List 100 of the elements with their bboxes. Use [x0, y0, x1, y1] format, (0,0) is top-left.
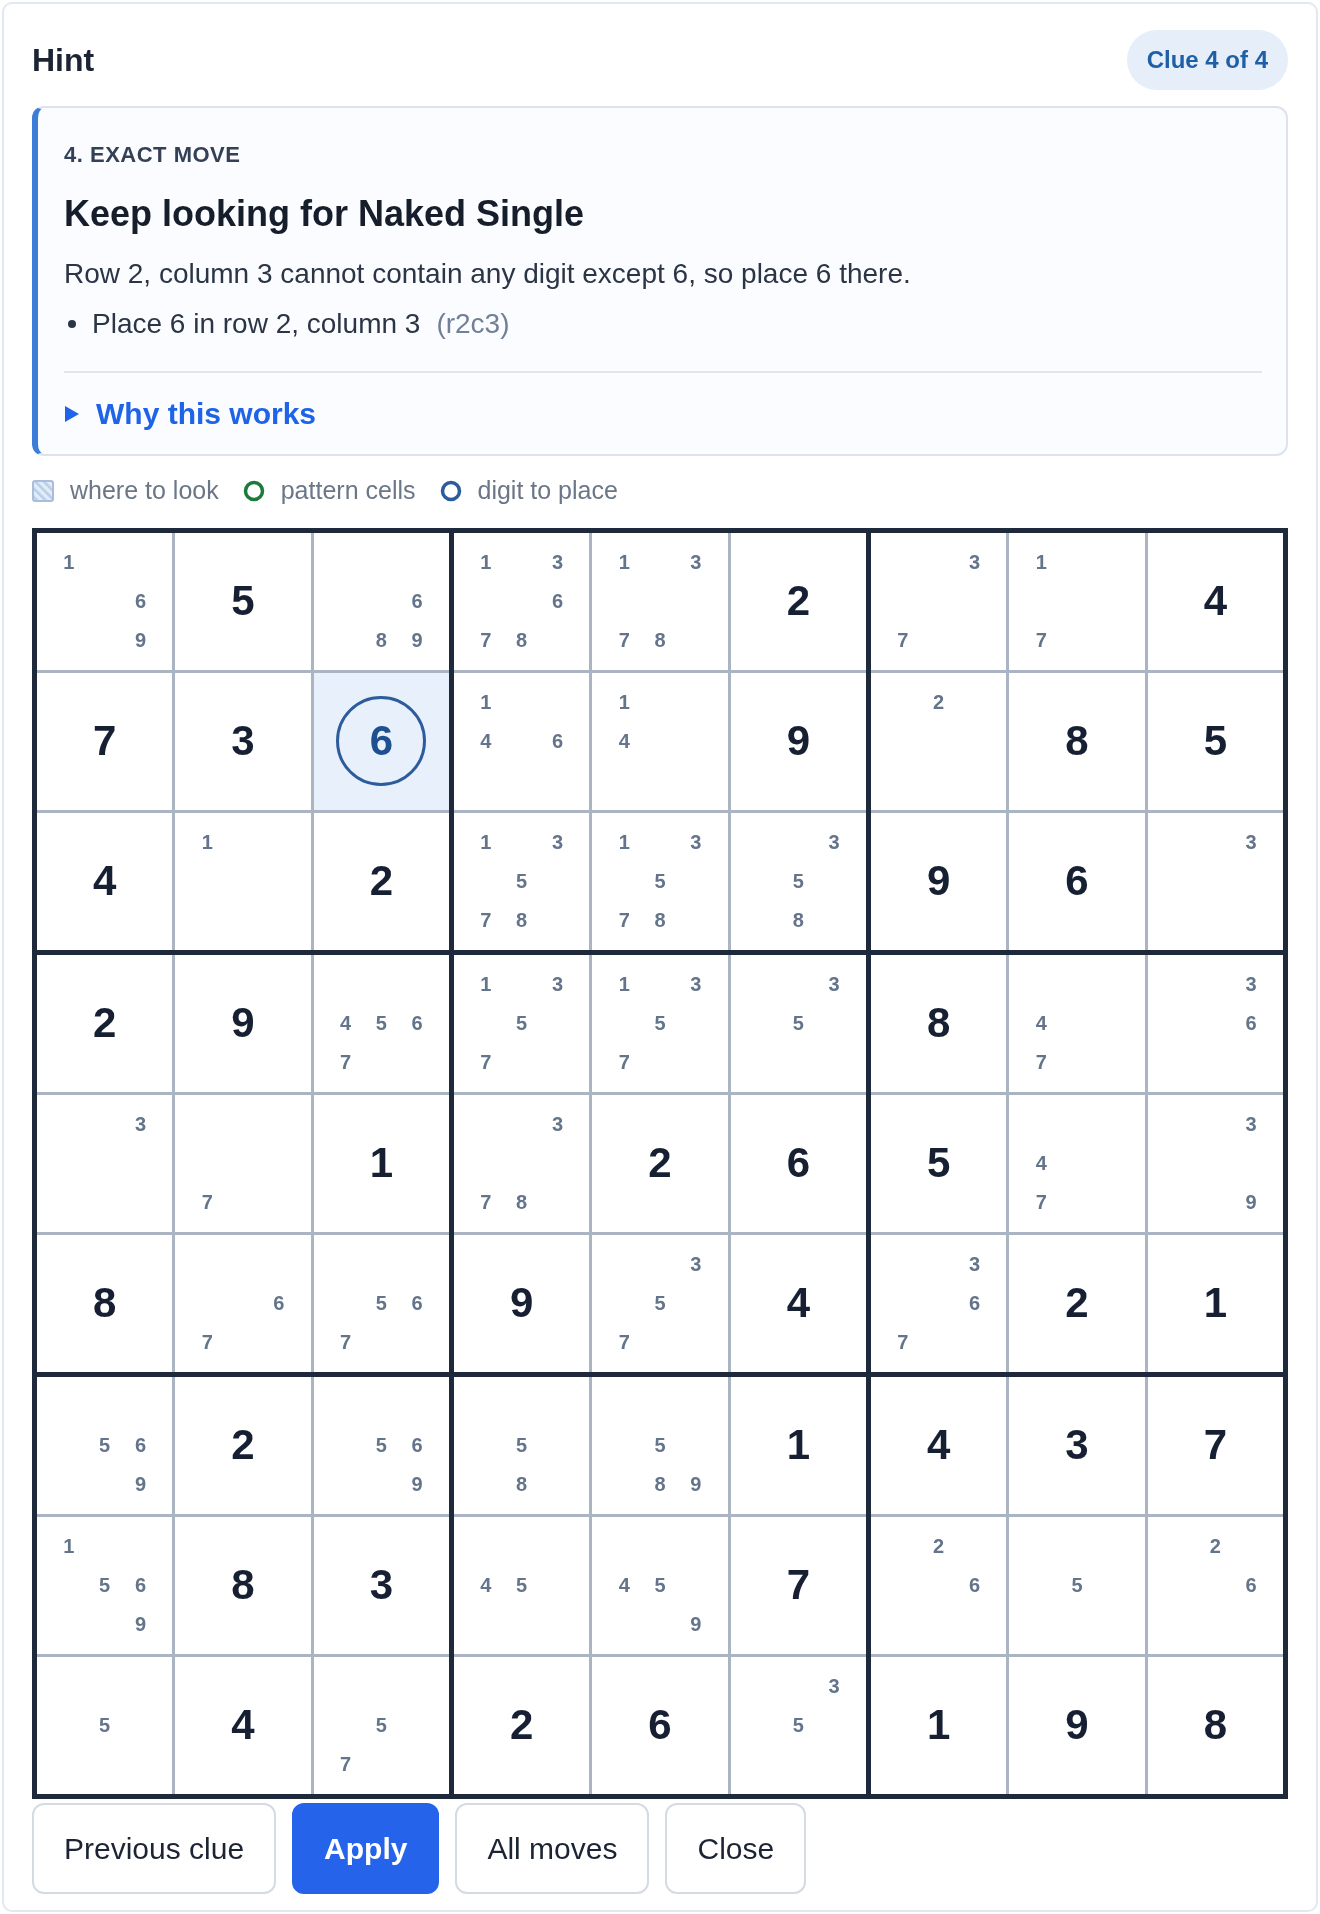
cell-digit: 8 — [231, 1564, 255, 1606]
sudoku-cell[interactable]: 8 — [175, 1516, 311, 1654]
sudoku-cell[interactable]: 5 8 — [454, 1376, 590, 1514]
legend-label: where to look — [70, 475, 219, 506]
sudoku-cell[interactable]: 1 3 6 7 8 — [454, 532, 590, 670]
sudoku-cell[interactable]: 5 7 — [313, 1656, 449, 1794]
sudoku-cell[interactable]: 3 — [175, 672, 311, 810]
sudoku-cell[interactable]: 4 — [175, 1656, 311, 1794]
sudoku-cell[interactable]: 9 — [730, 672, 866, 810]
sudoku-cell[interactable]: 2 — [592, 1094, 728, 1232]
sudoku-cell[interactable]: 4 7 — [1009, 1094, 1145, 1232]
sudoku-cell[interactable]: 7 — [175, 1094, 311, 1232]
sudoku-cell[interactable]: 1 — [730, 1376, 866, 1514]
sudoku-cell[interactable]: 5 6 9 — [37, 1376, 173, 1514]
sudoku-cell[interactable]: 3 — [37, 1094, 173, 1232]
sudoku-cell[interactable]: 4 5 6 7 — [313, 954, 449, 1092]
sudoku-cell[interactable]: 4 5 9 — [592, 1516, 728, 1654]
sudoku-cell[interactable]: 4 5 — [454, 1516, 590, 1654]
sudoku-cell[interactable]: 6 — [730, 1094, 866, 1232]
sudoku-cell[interactable]: 5 — [1147, 672, 1283, 810]
sudoku-cell[interactable]: 1 3 7 8 — [592, 532, 728, 670]
sudoku-cell[interactable]: 1 7 — [1009, 532, 1145, 670]
sudoku-cell[interactable]: 1 5 6 9 — [37, 1516, 173, 1654]
sudoku-cell[interactable]: 6 — [313, 672, 449, 810]
sudoku-cell[interactable]: 3 9 — [1147, 1094, 1283, 1232]
sudoku-cell[interactable]: 5 6 7 — [313, 1234, 449, 1372]
sudoku-cell[interactable]: 9 — [871, 812, 1007, 950]
sudoku-cell[interactable]: 3 5 — [730, 1656, 866, 1794]
dialog-button[interactable]: All moves — [455, 1802, 650, 1894]
sudoku-cell[interactable]: 5 6 9 — [313, 1376, 449, 1514]
sudoku-cell[interactable]: 3 5 — [730, 954, 866, 1092]
sudoku-cell[interactable]: 8 — [1147, 1656, 1283, 1794]
sudoku-cell[interactable]: 2 — [730, 532, 866, 670]
cell-digit: 3 — [231, 720, 255, 762]
candidate-digit: 1 — [479, 690, 493, 715]
sudoku-cell[interactable]: 8 — [871, 954, 1007, 1092]
candidate-digit: 2 — [1208, 1534, 1222, 1559]
candidate-digit: 5 — [98, 1573, 112, 1598]
sudoku-cell[interactable]: 4 — [871, 1376, 1007, 1514]
sudoku-cell[interactable]: 2 — [313, 812, 449, 950]
sudoku-cell[interactable]: 6 8 9 — [313, 532, 449, 670]
sudoku-cell[interactable]: 4 — [37, 812, 173, 950]
sudoku-cell[interactable]: 7 — [1147, 1376, 1283, 1514]
sudoku-cell[interactable]: 1 3 5 7 — [592, 954, 728, 1092]
sudoku-cell[interactable]: 1 — [1147, 1234, 1283, 1372]
sudoku-cell[interactable]: 9 — [1009, 1656, 1145, 1794]
sudoku-cell[interactable]: 3 5 8 — [730, 812, 866, 950]
dialog-button[interactable]: Close — [665, 1802, 807, 1894]
sudoku-cell[interactable]: 4 7 — [1009, 954, 1145, 1092]
sudoku-cell[interactable]: 2 6 — [1147, 1516, 1283, 1654]
sudoku-cell[interactable]: 1 3 5 7 8 — [454, 812, 590, 950]
why-this-works-toggle[interactable]: Why this works — [96, 391, 317, 436]
sudoku-cell[interactable]: 7 — [37, 672, 173, 810]
sudoku-cell[interactable]: 3 6 — [1147, 954, 1283, 1092]
sudoku-cell[interactable]: 2 — [1009, 1234, 1145, 1372]
sudoku-cell[interactable]: 5 — [871, 1094, 1007, 1232]
sudoku-cell[interactable]: 5 8 9 — [592, 1376, 728, 1514]
sudoku-cell[interactable]: 4 — [1147, 532, 1283, 670]
sudoku-cell[interactable]: 2 — [454, 1656, 590, 1794]
sudoku-cell[interactable]: 1 3 5 7 8 — [592, 812, 728, 950]
sudoku-cell[interactable]: 2 6 — [871, 1516, 1007, 1654]
sudoku-cell[interactable]: 2 — [37, 954, 173, 1092]
apply-button[interactable]: Apply — [292, 1802, 440, 1894]
candidate-digit: 3 — [827, 972, 841, 997]
sudoku-cell[interactable]: 6 — [592, 1656, 728, 1794]
sudoku-cell[interactable]: 3 — [1009, 1376, 1145, 1514]
candidate-digit: 8 — [515, 628, 529, 653]
sudoku-cell[interactable]: 5 — [37, 1656, 173, 1794]
sudoku-cell[interactable]: 3 6 7 — [871, 1234, 1007, 1372]
sudoku-cell[interactable]: 1 — [871, 1656, 1007, 1794]
sudoku-cell[interactable]: 3 — [1147, 812, 1283, 950]
sudoku-cell[interactable]: 9 — [454, 1234, 590, 1372]
sudoku-cell[interactable]: 3 — [313, 1516, 449, 1654]
sudoku-cell[interactable]: 5 — [1009, 1516, 1145, 1654]
sudoku-cell[interactable]: 3 7 — [871, 532, 1007, 670]
sudoku-cell[interactable]: 1 4 — [592, 672, 728, 810]
dialog-button[interactable]: Previous clue — [32, 1802, 277, 1894]
step-label: 4. EXACT MOVE — [64, 141, 242, 169]
sudoku-cell[interactable]: 9 — [175, 954, 311, 1092]
sudoku-cell[interactable]: 8 — [1009, 672, 1145, 810]
sudoku-cell[interactable]: 2 — [871, 672, 1007, 810]
sudoku-cell[interactable]: 4 — [730, 1234, 866, 1372]
sudoku-cell[interactable]: 3 5 7 — [592, 1234, 728, 1372]
cell-digit: 1 — [927, 1704, 951, 1746]
sudoku-cell[interactable]: 6 — [1009, 812, 1145, 950]
sudoku-cell[interactable]: 7 — [730, 1516, 866, 1654]
sudoku-cell[interactable]: 1 — [175, 812, 311, 950]
sudoku-cell[interactable]: 1 3 5 7 — [454, 954, 590, 1092]
sudoku-cell[interactable]: 1 4 6 — [454, 672, 590, 810]
sudoku-cell[interactable]: 1 — [313, 1094, 449, 1232]
legend-label: pattern cells — [280, 475, 416, 506]
sudoku-cell[interactable]: 8 — [37, 1234, 173, 1372]
candidate-digit: 9 — [410, 628, 424, 653]
sudoku-cell[interactable]: 3 7 8 — [454, 1094, 590, 1232]
sudoku-cell[interactable]: 1 6 9 — [37, 532, 173, 670]
cell-digit: 4 — [927, 1424, 951, 1466]
sudoku-cell[interactable]: 2 — [175, 1376, 311, 1514]
sudoku-cell[interactable]: 6 7 — [175, 1234, 311, 1372]
cell-digit: 2 — [369, 860, 393, 902]
sudoku-cell[interactable]: 5 — [175, 532, 311, 670]
